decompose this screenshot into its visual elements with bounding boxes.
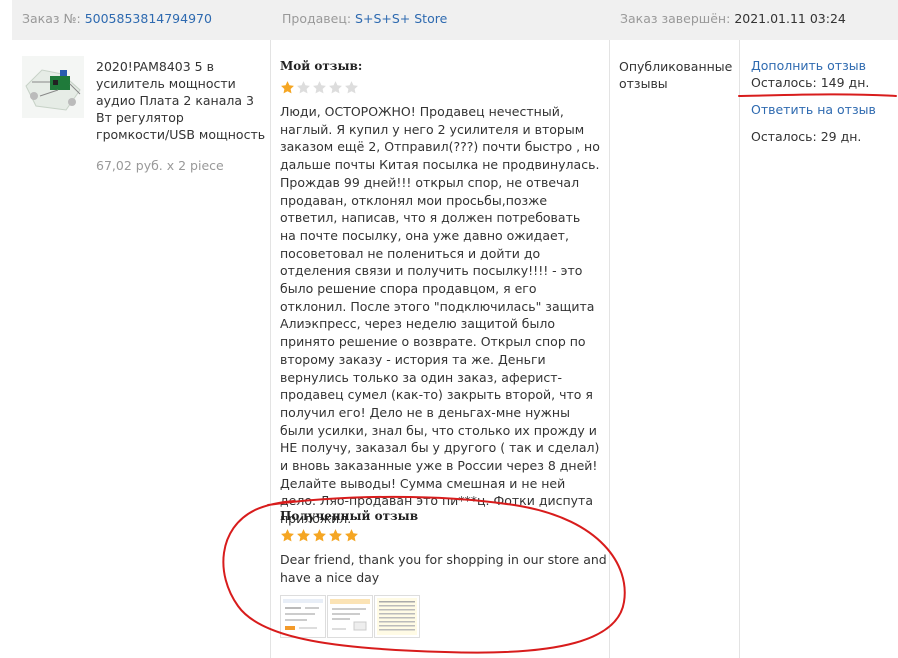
my-review-text: Люди, ОСТОРОЖНО! Продавец нечестный, наг…: [280, 104, 600, 527]
product-price: 67,02 руб. x 2 piece: [96, 158, 224, 173]
published-reviews-label: Опубликованные отзывы: [619, 59, 733, 91]
seller-label: Продавец:: [282, 11, 352, 26]
add-review-link[interactable]: Дополнить отзыв: [751, 58, 866, 73]
star-filled-icon: [281, 529, 294, 542]
seller-link[interactable]: S+S+S+ Store: [355, 11, 447, 26]
order-number-group: Заказ №: 5005853814794970: [22, 11, 212, 26]
seller-group: Продавец: S+S+S+ Store: [282, 11, 447, 26]
product-title[interactable]: 2020!PAM8403 5 в усилитель мощности ауди…: [96, 58, 266, 143]
completed-group: Заказ завершён: 2021.01.11 03:24: [620, 11, 846, 26]
review-photo-thumbnail[interactable]: [280, 595, 326, 638]
my-review-rating: [280, 80, 359, 95]
order-completed-date: 2021.01.11 03:24: [734, 11, 846, 26]
received-review-rating: [280, 528, 359, 543]
review-photo-thumbnail[interactable]: [374, 595, 420, 638]
star-filled-icon: [313, 529, 326, 542]
order-number-link[interactable]: 5005853814794970: [85, 11, 212, 26]
product-image[interactable]: [22, 56, 84, 118]
star-empty-icon: [345, 81, 358, 94]
order-number-label: Заказ №:: [22, 11, 81, 26]
order-header: Заказ №: 5005853814794970 Продавец: S+S+…: [12, 0, 898, 40]
reply-review-remaining: Осталось: 29 дн.: [751, 129, 862, 144]
star-filled-icon: [345, 529, 358, 542]
star-filled-icon: [281, 81, 294, 94]
column-divider: [739, 40, 740, 658]
star-empty-icon: [329, 81, 342, 94]
add-review-remaining: Осталось: 149 дн.: [751, 75, 870, 90]
received-review-text: Dear friend, thank you for shopping in o…: [280, 552, 607, 585]
column-divider: [270, 40, 271, 658]
underline-annotation: [738, 93, 897, 97]
star-filled-icon: [329, 529, 342, 542]
star-filled-icon: [297, 529, 310, 542]
review-photo-thumbnail[interactable]: [327, 595, 373, 638]
received-review-heading: Полученный отзыв: [280, 509, 419, 523]
reply-review-link[interactable]: Ответить на отзыв: [751, 102, 876, 117]
my-review-heading: Мой отзыв:: [280, 59, 363, 73]
star-empty-icon: [313, 81, 326, 94]
star-empty-icon: [297, 81, 310, 94]
order-completed-label: Заказ завершён:: [620, 11, 731, 26]
